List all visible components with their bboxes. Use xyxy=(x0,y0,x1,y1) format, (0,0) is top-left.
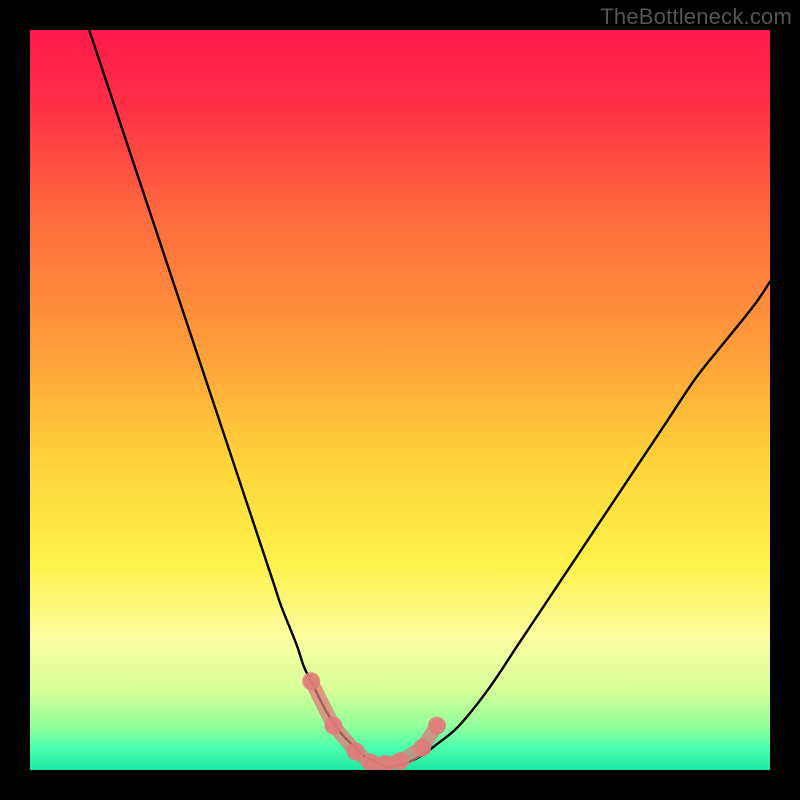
watermark-text: TheBottleneck.com xyxy=(600,4,792,30)
chart-frame: TheBottleneck.com xyxy=(0,0,800,800)
background-gradient xyxy=(30,30,770,770)
plot-area xyxy=(30,30,770,770)
